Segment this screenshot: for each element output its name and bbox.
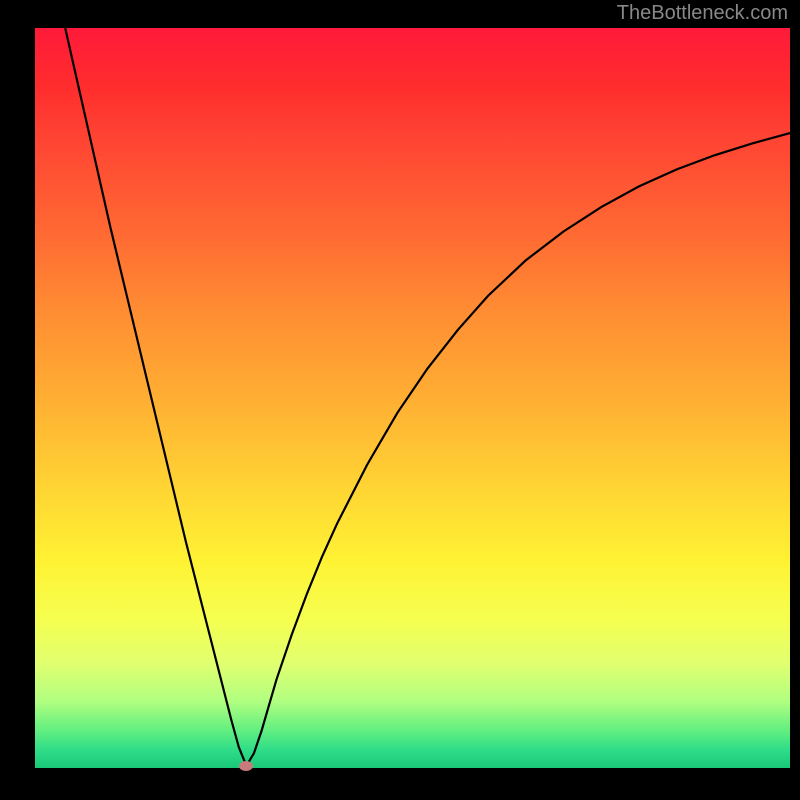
chart-plot-area [35,28,790,768]
watermark-text: TheBottleneck.com [617,2,788,25]
bottleneck-curve [35,28,790,768]
minimum-marker [239,761,253,771]
